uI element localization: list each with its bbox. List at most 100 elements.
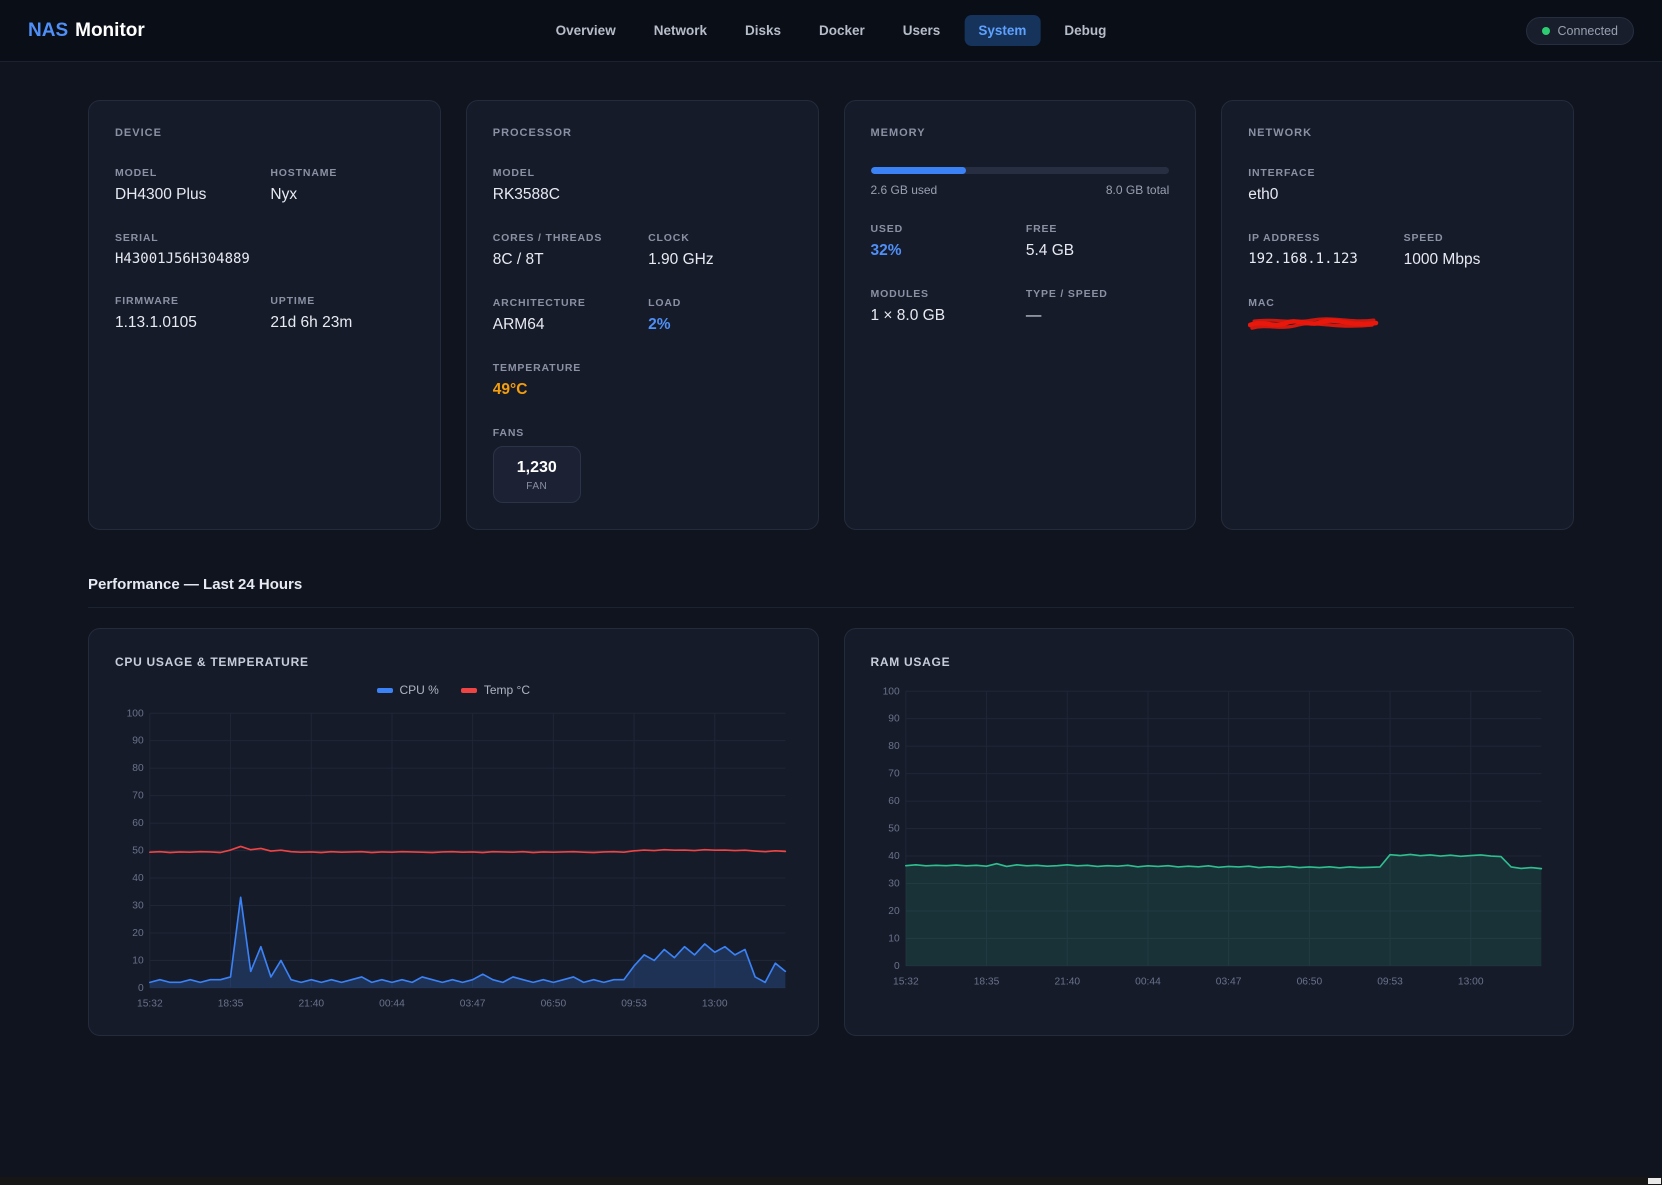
- y-tick-label: 100: [882, 686, 899, 697]
- ram-chart-svg: 010203040506070809010015:3218:3521:4000:…: [871, 683, 1548, 991]
- y-tick-label: 30: [888, 879, 900, 890]
- nav-item-users[interactable]: Users: [889, 15, 955, 46]
- x-tick-label: 09:53: [621, 998, 647, 1009]
- field-label: FANS: [493, 427, 792, 439]
- x-tick-label: 21:40: [1054, 976, 1080, 987]
- y-tick-label: 60: [132, 818, 144, 829]
- processor-fans-field: FANS 1,230 FAN: [493, 427, 792, 503]
- memory-free-field: FREE 5.4 GB: [1026, 223, 1169, 260]
- memory-card: MEMORY 2.6 GB used 8.0 GB total USED 32%…: [844, 100, 1197, 530]
- network-card: NETWORK INTERFACE eth0 IP ADDRESS 192.16…: [1221, 100, 1574, 530]
- field-value: 2%: [648, 316, 791, 334]
- x-tick-label: 00:44: [1135, 976, 1161, 987]
- device-fields: MODEL DH4300 Plus HOSTNAME Nyx SERIAL H4…: [115, 167, 414, 332]
- network-ip-field: IP ADDRESS 192.168.1.123: [1248, 232, 1391, 269]
- memory-fields: USED 32% FREE 5.4 GB MODULES 1 × 8.0 GB …: [871, 223, 1170, 325]
- nav-item-docker[interactable]: Docker: [805, 15, 879, 46]
- legend-swatch-icon: [377, 688, 393, 693]
- y-tick-label: 20: [888, 906, 900, 917]
- field-value: 192.168.1.123: [1248, 251, 1391, 267]
- device-hostname-field: HOSTNAME Nyx: [270, 167, 413, 204]
- cpu-chart-card: CPU USAGE & TEMPERATURE CPU %Temp °C 010…: [88, 628, 819, 1036]
- horizontal-scrollbar[interactable]: [0, 1177, 1662, 1185]
- nav-item-overview[interactable]: Overview: [542, 15, 630, 46]
- field-value: DH4300 Plus: [115, 186, 258, 204]
- device-card: DEVICE MODEL DH4300 Plus HOSTNAME Nyx SE…: [88, 100, 441, 530]
- y-tick-label: 90: [888, 714, 900, 725]
- y-tick-label: 60: [888, 796, 900, 807]
- field-label: MODULES: [871, 288, 1014, 300]
- device-serial-field: SERIAL H43001J56H304889: [115, 232, 414, 267]
- mac-redaction-scribble: [1248, 316, 1380, 332]
- field-value: 8C / 8T: [493, 251, 636, 269]
- nav-item-disks[interactable]: Disks: [731, 15, 795, 46]
- network-interface-field: INTERFACE eth0: [1248, 167, 1547, 204]
- x-tick-label: 06:50: [1296, 976, 1322, 987]
- field-label: MAC: [1248, 297, 1547, 309]
- y-tick-label: 50: [888, 824, 900, 835]
- y-tick-label: 80: [888, 741, 900, 752]
- y-tick-label: 100: [127, 708, 144, 719]
- field-label: USED: [871, 223, 1014, 235]
- series-area: [905, 854, 1541, 966]
- field-value: 1000 Mbps: [1404, 251, 1547, 269]
- y-tick-label: 70: [888, 769, 900, 780]
- series-line: [150, 846, 786, 852]
- field-value: RK3588C: [493, 186, 792, 204]
- nav-item-system[interactable]: System: [964, 15, 1040, 46]
- x-tick-label: 00:44: [379, 998, 405, 1009]
- memory-usage-caption: 2.6 GB used 8.0 GB total: [871, 183, 1170, 197]
- field-value: ARM64: [493, 316, 636, 334]
- performance-section-title: Performance — Last 24 Hours: [88, 576, 1574, 608]
- field-value: —: [1026, 307, 1169, 325]
- legend-item: Temp °C: [461, 683, 530, 697]
- connection-status-badge: Connected: [1526, 17, 1634, 45]
- horizontal-scrollbar-thumb[interactable]: [1648, 1178, 1661, 1184]
- y-tick-label: 10: [132, 956, 144, 967]
- x-tick-label: 03:47: [460, 998, 486, 1009]
- y-tick-label: 40: [888, 851, 900, 862]
- chart-legend: CPU % Temp °C: [115, 683, 792, 697]
- memory-usage-bar: [871, 167, 1170, 174]
- memory-total-text: 8.0 GB total: [1106, 183, 1169, 197]
- processor-clock-field: CLOCK 1.90 GHz: [648, 232, 791, 269]
- field-value: 49°C: [493, 381, 792, 399]
- device-uptime-field: UPTIME 21d 6h 23m: [270, 295, 413, 332]
- field-value: Nyx: [270, 186, 413, 204]
- field-label: IP ADDRESS: [1248, 232, 1391, 244]
- nav-item-debug[interactable]: Debug: [1050, 15, 1120, 46]
- network-fields: INTERFACE eth0 IP ADDRESS 192.168.1.123 …: [1248, 167, 1547, 332]
- app-brand: NAS Monitor: [28, 20, 145, 42]
- ram-chart-title: RAM USAGE: [871, 655, 1548, 669]
- field-label: UPTIME: [270, 295, 413, 307]
- y-tick-label: 70: [132, 791, 144, 802]
- fan-rpm-value: 1,230: [494, 459, 580, 477]
- y-tick-label: 90: [132, 736, 144, 747]
- y-tick-label: 0: [138, 983, 144, 994]
- field-value: eth0: [1248, 186, 1547, 204]
- network-card-title: NETWORK: [1248, 127, 1547, 139]
- x-tick-label: 03:47: [1215, 976, 1241, 987]
- field-label: INTERFACE: [1248, 167, 1547, 179]
- device-card-title: DEVICE: [115, 127, 414, 139]
- processor-temperature-field: TEMPERATURE 49°C: [493, 362, 792, 399]
- processor-architecture-field: ARCHITECTURE ARM64: [493, 297, 636, 334]
- x-tick-label: 18:35: [973, 976, 999, 987]
- legend-label: CPU %: [400, 683, 439, 697]
- field-label: HOSTNAME: [270, 167, 413, 179]
- x-tick-label: 21:40: [298, 998, 324, 1009]
- charts-row: CPU USAGE & TEMPERATURE CPU %Temp °C 010…: [88, 628, 1574, 1036]
- x-tick-label: 09:53: [1377, 976, 1403, 987]
- memory-type-speed-field: TYPE / SPEED —: [1026, 288, 1169, 325]
- brand-secondary: Monitor: [75, 20, 145, 42]
- field-label: TYPE / SPEED: [1026, 288, 1169, 300]
- x-tick-label: 13:00: [1457, 976, 1483, 987]
- field-label: SERIAL: [115, 232, 414, 244]
- x-tick-label: 18:35: [218, 998, 244, 1009]
- y-tick-label: 50: [132, 846, 144, 857]
- connection-status-label: Connected: [1558, 24, 1618, 38]
- nav-item-network[interactable]: Network: [640, 15, 721, 46]
- field-label: LOAD: [648, 297, 791, 309]
- field-value: 32%: [871, 242, 1014, 260]
- field-value: 5.4 GB: [1026, 242, 1169, 260]
